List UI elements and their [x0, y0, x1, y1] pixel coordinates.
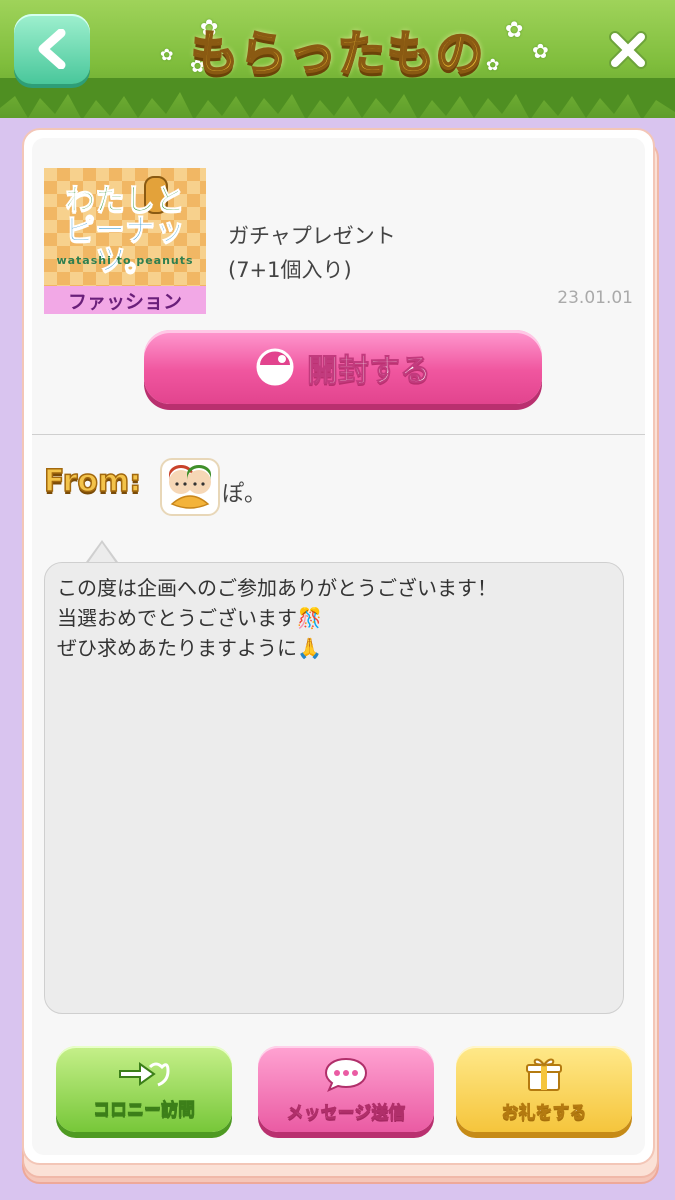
panel-content: わたしと ピーナッツ。 watashi to peanuts ファッション ガチ… [32, 138, 645, 1155]
thumbnail-logo-line1: わたしと [65, 183, 186, 218]
send-message-label: メッセージ送信 [286, 1102, 406, 1123]
thumbnail-subtitle: watashi to peanuts [56, 254, 194, 267]
divider [32, 434, 645, 435]
close-button[interactable] [604, 26, 652, 74]
thumbnail-logo-line2: ピーナッツ。 [65, 213, 186, 278]
message-line: ぜひ求めあたりますように🙏 [57, 636, 322, 660]
item-count: (7+1個入り) [228, 258, 352, 282]
sender-name[interactable]: ぽ。 [222, 476, 266, 508]
message-bubble: この度は企画へのご参加ありがとうございます！ 当選おめでとうございます🎊 ぜひ求… [44, 562, 624, 1014]
chat-bubble-icon [324, 1057, 368, 1092]
avatar-icon [169, 465, 211, 509]
message-line: この度は企画へのご参加ありがとうございます！ [57, 576, 497, 600]
received-date: 23.01.01 [557, 288, 633, 308]
chevron-left-icon [38, 29, 66, 69]
colony-visit-button[interactable]: コロニー訪問 [56, 1046, 232, 1132]
open-button-label: 開封する [307, 352, 432, 389]
flower-icon: ✿ [532, 39, 549, 63]
bubble-tail [88, 543, 116, 563]
colony-visit-label: コロニー訪問 [93, 1099, 196, 1120]
thank-button[interactable]: お礼をする [456, 1046, 632, 1132]
header-bar: ✿ ✿ ✿ ✿ ✿ ✿ もらったもの [0, 0, 675, 118]
message-line: 当選おめでとうございます🎊 [57, 606, 322, 630]
capsule-icon [256, 348, 294, 386]
open-button[interactable]: 開封する [144, 330, 542, 404]
item-name: ガチャプレゼント [228, 224, 396, 248]
grass-fringe [0, 78, 675, 118]
send-message-button[interactable]: メッセージ送信 [258, 1046, 434, 1132]
gift-icon [526, 1058, 562, 1091]
item-category-label: ファッション [44, 286, 206, 314]
close-icon [609, 31, 647, 69]
from-label: From: [43, 463, 142, 500]
sender-avatar[interactable] [160, 458, 220, 516]
visit-arrow-icon [119, 1061, 170, 1086]
page-title: もらったもの [189, 25, 485, 83]
gift-detail-panel: わたしと ピーナッツ。 watashi to peanuts ファッション ガチ… [22, 128, 655, 1165]
thank-label: お礼をする [501, 1102, 587, 1123]
back-button[interactable] [14, 14, 90, 84]
